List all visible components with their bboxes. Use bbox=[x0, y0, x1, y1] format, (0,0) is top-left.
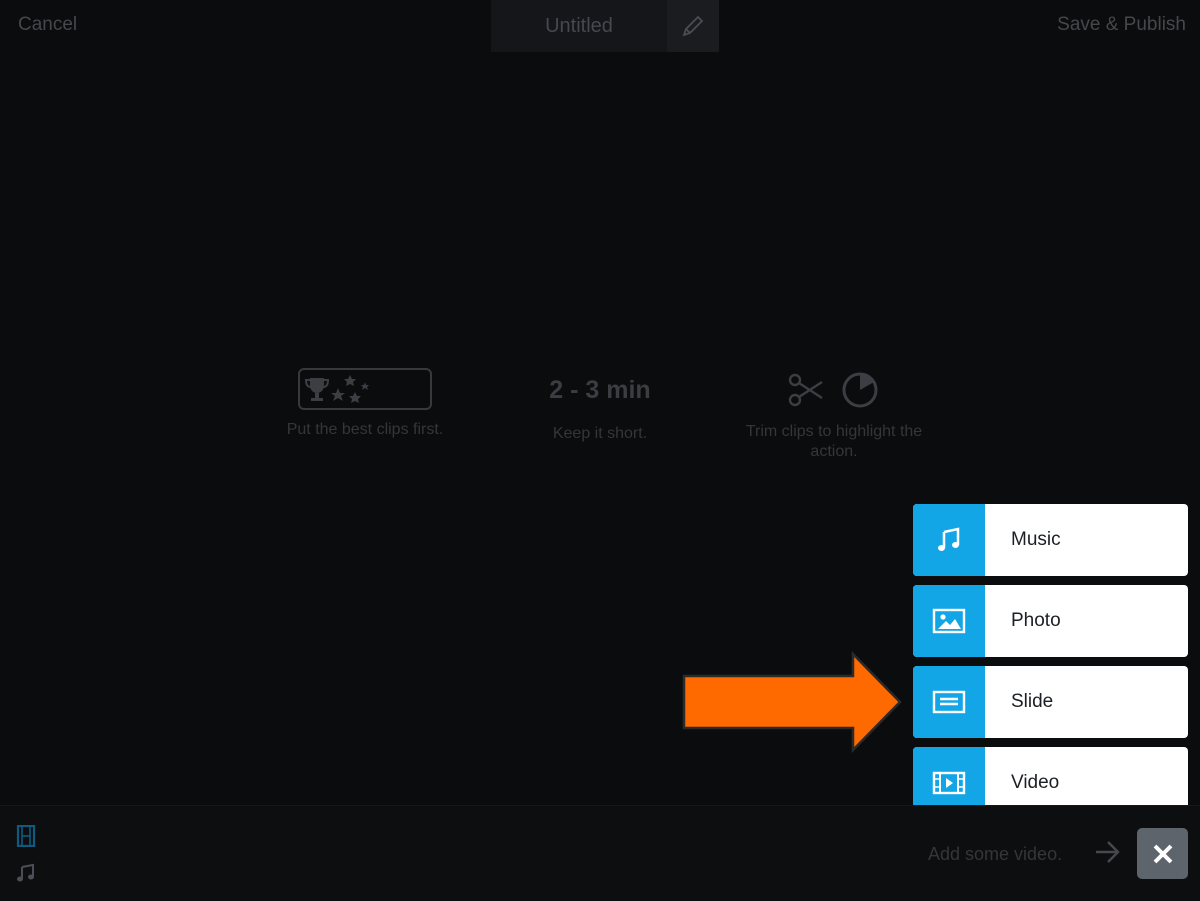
close-add-menu-button[interactable] bbox=[1137, 828, 1188, 879]
tip-caption: Put the best clips first. bbox=[286, 421, 444, 438]
trophy-stars-icon bbox=[298, 368, 432, 410]
trim-icons bbox=[720, 368, 948, 412]
menu-item-label: Music bbox=[1011, 529, 1061, 550]
tip-best-clips: Put the best clips first. bbox=[265, 368, 465, 440]
slide-icon bbox=[913, 666, 985, 738]
tip-caption: Keep it short. bbox=[552, 425, 648, 442]
photo-icon bbox=[913, 585, 985, 657]
duration-text: 2 - 3 min bbox=[549, 376, 651, 404]
music-note-icon[interactable] bbox=[16, 863, 36, 883]
music-note-icon bbox=[913, 504, 985, 576]
save-publish-button[interactable]: Save & Publish bbox=[1057, 14, 1186, 36]
top-bar: Cancel Untitled Save & Publish bbox=[0, 0, 1200, 52]
tip-caption-line2: action. bbox=[810, 443, 858, 460]
edit-title-button[interactable] bbox=[667, 0, 719, 52]
tip-caption-line1: Trim clips to highlight the bbox=[745, 423, 923, 440]
menu-item-label: Slide bbox=[1011, 691, 1054, 712]
cancel-button[interactable]: Cancel bbox=[18, 14, 77, 36]
menu-item-label: Photo bbox=[1011, 610, 1061, 631]
scissors-icon bbox=[788, 373, 823, 407]
pencil-icon bbox=[682, 15, 704, 37]
add-video-hint: Add some video. bbox=[928, 844, 1063, 864]
add-slide-button[interactable]: Slide bbox=[913, 666, 1188, 738]
add-photo-button[interactable]: Photo bbox=[913, 585, 1188, 657]
tip-duration: 2 - 3 min Keep it short. bbox=[520, 368, 680, 444]
arrow-right-icon bbox=[1096, 841, 1120, 863]
tip-trim: Trim clips to highlight the action. bbox=[720, 368, 948, 462]
project-title[interactable]: Untitled bbox=[491, 0, 667, 52]
timer-icon bbox=[842, 372, 878, 408]
title-field[interactable]: Untitled bbox=[491, 0, 719, 52]
callout-arrow bbox=[682, 650, 902, 754]
add-music-button[interactable]: Music bbox=[913, 504, 1188, 576]
film-strip-icon[interactable] bbox=[16, 825, 36, 847]
close-icon bbox=[1153, 844, 1172, 863]
